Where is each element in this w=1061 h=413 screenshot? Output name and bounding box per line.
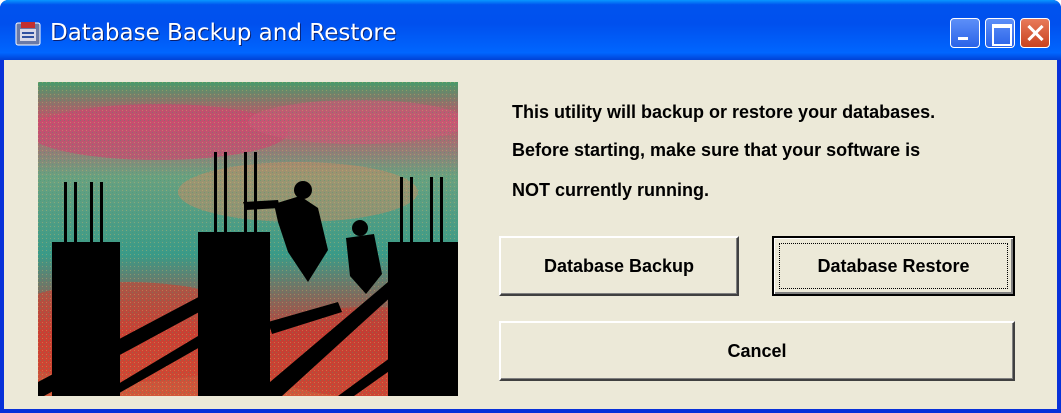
database-backup-label: Database Backup bbox=[543, 255, 695, 276]
construction-workers-image bbox=[38, 82, 458, 396]
dialog-window: Database Backup and Restore This utility… bbox=[0, 0, 1061, 413]
message-line-2: Before starting, make sure that your sof… bbox=[512, 140, 921, 160]
cancel-label: Cancel bbox=[727, 340, 787, 361]
database-app-icon bbox=[13, 20, 43, 48]
maximize-icon[interactable] bbox=[985, 18, 1015, 48]
message-line-1: This utility will backup or restore your… bbox=[512, 102, 936, 122]
dialog-client-area: This utility will backup or restore your… bbox=[4, 60, 1057, 409]
database-restore-button[interactable]: Database Restore bbox=[772, 236, 1015, 296]
cancel-button[interactable]: Cancel bbox=[499, 321, 1015, 381]
database-backup-button[interactable]: Database Backup bbox=[499, 236, 739, 296]
minimize-icon[interactable] bbox=[950, 18, 980, 48]
title-bar[interactable]: Database Backup and Restore bbox=[0, 0, 1061, 60]
window-title: Database Backup and Restore bbox=[50, 20, 397, 46]
close-icon[interactable] bbox=[1020, 18, 1050, 48]
message-line-3: NOT currently running. bbox=[512, 180, 710, 200]
database-restore-label: Database Restore bbox=[817, 255, 970, 276]
